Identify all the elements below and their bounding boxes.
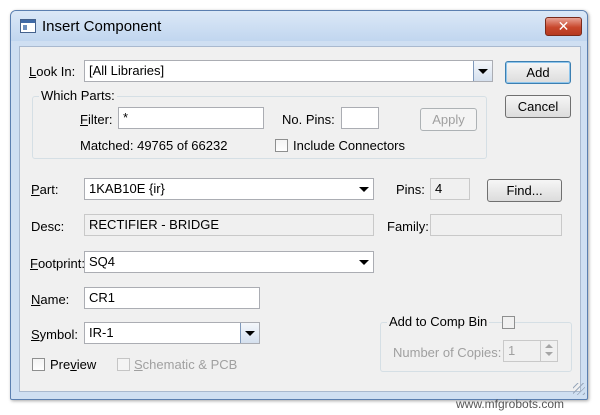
filter-label: Filter:	[80, 112, 113, 127]
copies-input[interactable]: 1	[503, 340, 558, 362]
cancel-button[interactable]: Cancel	[505, 95, 571, 118]
filter-input[interactable]: *	[118, 107, 264, 129]
close-button[interactable]: ✕	[545, 17, 582, 36]
part-combo[interactable]: 1KAB10E {ir}	[84, 178, 374, 200]
footprint-value: SQ4	[89, 254, 116, 269]
preview-label: Preview	[50, 357, 97, 372]
symbol-label: Symbol:	[31, 327, 78, 342]
pins-value: 4	[430, 178, 470, 200]
part-label: Part:	[31, 182, 59, 197]
spinner-arrows-icon[interactable]	[540, 341, 557, 361]
copies-label: Number of Copies:	[393, 345, 502, 360]
chevron-down-icon[interactable]	[355, 252, 373, 272]
no-pins-label: No. Pins:	[282, 112, 335, 127]
part-value: 1KAB10E {ir}	[89, 181, 165, 196]
window-app-icon	[20, 19, 36, 33]
include-connectors-label: Include Connectors	[293, 138, 406, 153]
schematic-pcb-checkbox[interactable]	[117, 358, 130, 371]
matched-count: Matched: 49765 of 66232	[80, 138, 228, 153]
add-to-comp-bin-checkbox[interactable]	[502, 316, 515, 329]
comp-bin-title: Add to Comp Bin	[387, 314, 490, 329]
family-label: Family:	[387, 219, 429, 234]
desc-label: Desc:	[31, 219, 65, 234]
find-button[interactable]: Find...	[487, 179, 562, 202]
close-icon: ✕	[557, 18, 570, 34]
name-input[interactable]: CR1	[84, 287, 260, 309]
which-parts-title: Which Parts:	[39, 88, 117, 103]
look-in-value: [All Libraries]	[89, 63, 165, 78]
footprint-label: Footprint:	[30, 256, 85, 271]
look-in-combo[interactable]: [All Libraries]	[84, 60, 493, 82]
schematic-pcb-label: Schematic & PCB	[134, 357, 238, 372]
chevron-down-icon[interactable]	[355, 179, 373, 199]
family-value	[430, 214, 562, 236]
watermark-text: www.mfgrobots.com	[456, 397, 565, 411]
pins-label: Pins:	[396, 182, 425, 197]
apply-button[interactable]: Apply	[420, 108, 477, 131]
name-label: Name:	[31, 292, 70, 307]
footprint-combo[interactable]: SQ4	[84, 251, 374, 273]
symbol-combo[interactable]: IR-1	[84, 322, 260, 344]
chevron-down-icon[interactable]	[240, 323, 259, 343]
look-in-label: Look In:	[29, 64, 76, 79]
desc-value: RECTIFIER - BRIDGE	[84, 214, 374, 236]
copies-value: 1	[508, 343, 516, 358]
resize-grip-icon[interactable]	[573, 383, 585, 395]
include-connectors-checkbox[interactable]	[275, 139, 288, 152]
preview-checkbox[interactable]	[32, 358, 45, 371]
no-pins-input[interactable]	[341, 107, 379, 129]
symbol-value: IR-1	[89, 325, 114, 340]
chevron-down-icon[interactable]	[473, 61, 492, 81]
add-button[interactable]: Add	[505, 61, 571, 84]
window-title: Insert Component	[42, 18, 162, 35]
